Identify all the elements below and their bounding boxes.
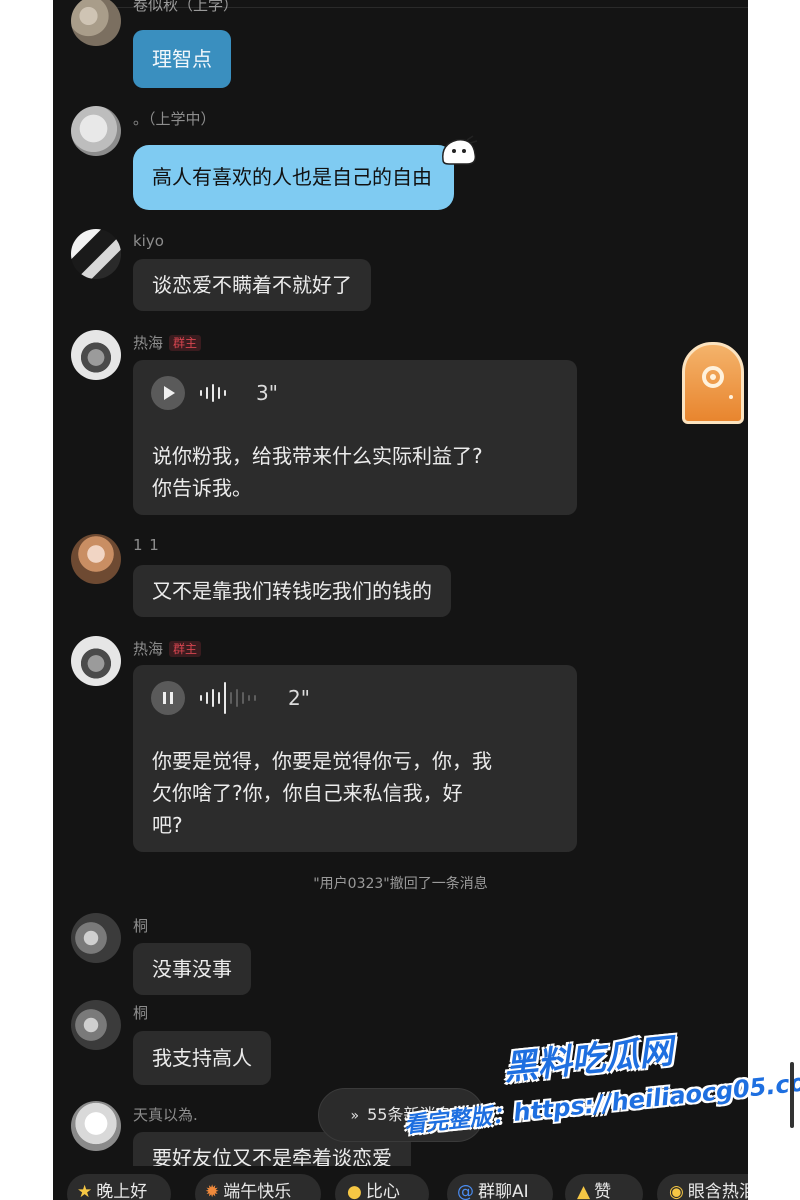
avatar[interactable] <box>71 1101 121 1151</box>
at-icon: @ <box>457 1182 474 1200</box>
voice-transcript: 你要是觉得，你要是觉得你亏，你，我 欠你啥了?你，你自己来私信我，好 吧? <box>152 749 492 837</box>
message-bubble[interactable]: 谈恋爱不瞒着不就好了 <box>133 259 371 311</box>
avatar[interactable] <box>71 1000 121 1050</box>
sender-name: kiyo <box>133 232 164 250</box>
quick-reply-bar: ★ 晚上好 ✹ 端午快乐 ● 比心 @ 群聊AI ▲ 赞 ◉ 眼含热泪 <box>53 1166 748 1200</box>
group-owner-badge: 群主 <box>169 641 202 657</box>
heart-hand-icon: ● <box>347 1182 362 1200</box>
avatar[interactable] <box>71 106 121 156</box>
sender-name: 天真以為. <box>133 1106 198 1124</box>
quick-reply-chip[interactable]: ◉ 眼含热泪 <box>657 1174 748 1200</box>
message-bubble[interactable]: 理智点 <box>133 30 231 88</box>
play-button[interactable] <box>151 376 185 410</box>
sender-name: 热海 群主 <box>133 638 202 659</box>
voice-duration: 2" <box>288 686 310 710</box>
group-owner-badge: 群主 <box>169 335 202 351</box>
quick-reply-chip[interactable]: ▲ 赞 <box>565 1174 643 1200</box>
quick-reply-label: 眼含热泪 <box>687 1182 748 1200</box>
teary-face-icon: ◉ <box>669 1182 684 1200</box>
avatar[interactable] <box>71 229 121 279</box>
star-face-icon: ★ <box>77 1182 93 1200</box>
sender-name: 桐 <box>133 917 149 935</box>
sender-name: 卷似秋（上学） <box>133 0 239 14</box>
door-icon <box>702 366 733 399</box>
door-widget[interactable] <box>682 342 744 424</box>
chat-screen: 卷似秋（上学） 理智点 。（上学中） 高人有喜欢的人也是自己的自由 kiyo 谈… <box>53 0 748 1200</box>
avatar[interactable] <box>71 534 121 584</box>
watermark-label: 看完整版： <box>402 1102 515 1139</box>
watermark-brand: 黑料吃瓜网 <box>501 1031 675 1089</box>
message-bubble[interactable]: 没事没事 <box>133 943 251 995</box>
sender-name-text: 热海 <box>133 334 164 352</box>
recall-notice: "用户0323"撤回了一条消息 <box>313 876 488 892</box>
scrollbar[interactable] <box>790 1062 794 1128</box>
quick-reply-chip[interactable]: ● 比心 <box>335 1174 429 1200</box>
dragon-boat-icon: ✹ <box>205 1182 220 1200</box>
quick-reply-label: 端午快乐 <box>223 1182 292 1200</box>
avatar[interactable] <box>71 0 121 46</box>
voice-message-bubble[interactable]: 2" 你要是觉得，你要是觉得你亏，你，我 欠你啥了?你，你自己来私信我，好 吧? <box>133 665 577 852</box>
message-bubble[interactable]: 又不是靠我们转钱吃我们的钱的 <box>133 565 451 617</box>
message-bubble[interactable]: 高人有喜欢的人也是自己的自由 <box>133 145 454 210</box>
quick-reply-label: 群聊AI <box>478 1182 529 1200</box>
voice-transcript: 说你粉我，给我带来什么实际利益了? 你告诉我。 <box>152 444 483 500</box>
quick-reply-label: 赞 <box>594 1182 612 1200</box>
avatar[interactable] <box>71 913 121 963</box>
quick-reply-chip[interactable]: ✹ 端午快乐 <box>195 1174 321 1200</box>
thumbs-up-icon: ▲ <box>577 1182 591 1200</box>
quick-reply-chip[interactable]: @ 群聊AI <box>447 1174 553 1200</box>
quick-reply-chip[interactable]: ★ 晚上好 <box>67 1174 171 1200</box>
voice-duration: 3" <box>256 381 278 405</box>
play-icon <box>164 386 175 400</box>
sender-name: 。（上学中） <box>133 110 216 128</box>
pause-icon <box>163 692 173 704</box>
sender-name: 1 1 <box>133 536 160 554</box>
sender-name: 热海 群主 <box>133 332 202 353</box>
ghost-sticker-icon <box>442 135 478 165</box>
quick-reply-label: 比心 <box>365 1182 400 1200</box>
avatar[interactable] <box>71 636 121 686</box>
voice-message-bubble[interactable]: 3" 说你粉我，给我带来什么实际利益了? 你告诉我。 <box>133 360 577 515</box>
quick-reply-label: 晚上好 <box>96 1182 148 1200</box>
double-chevron-down-icon: » <box>350 1108 360 1124</box>
sender-name: 桐 <box>133 1004 149 1022</box>
avatar[interactable] <box>71 330 121 380</box>
voice-waveform <box>200 380 226 406</box>
voice-waveform <box>200 682 256 714</box>
message-bubble[interactable]: 我支持高人 <box>133 1031 271 1085</box>
pause-button[interactable] <box>151 681 185 715</box>
sender-name-text: 热海 <box>133 640 164 658</box>
